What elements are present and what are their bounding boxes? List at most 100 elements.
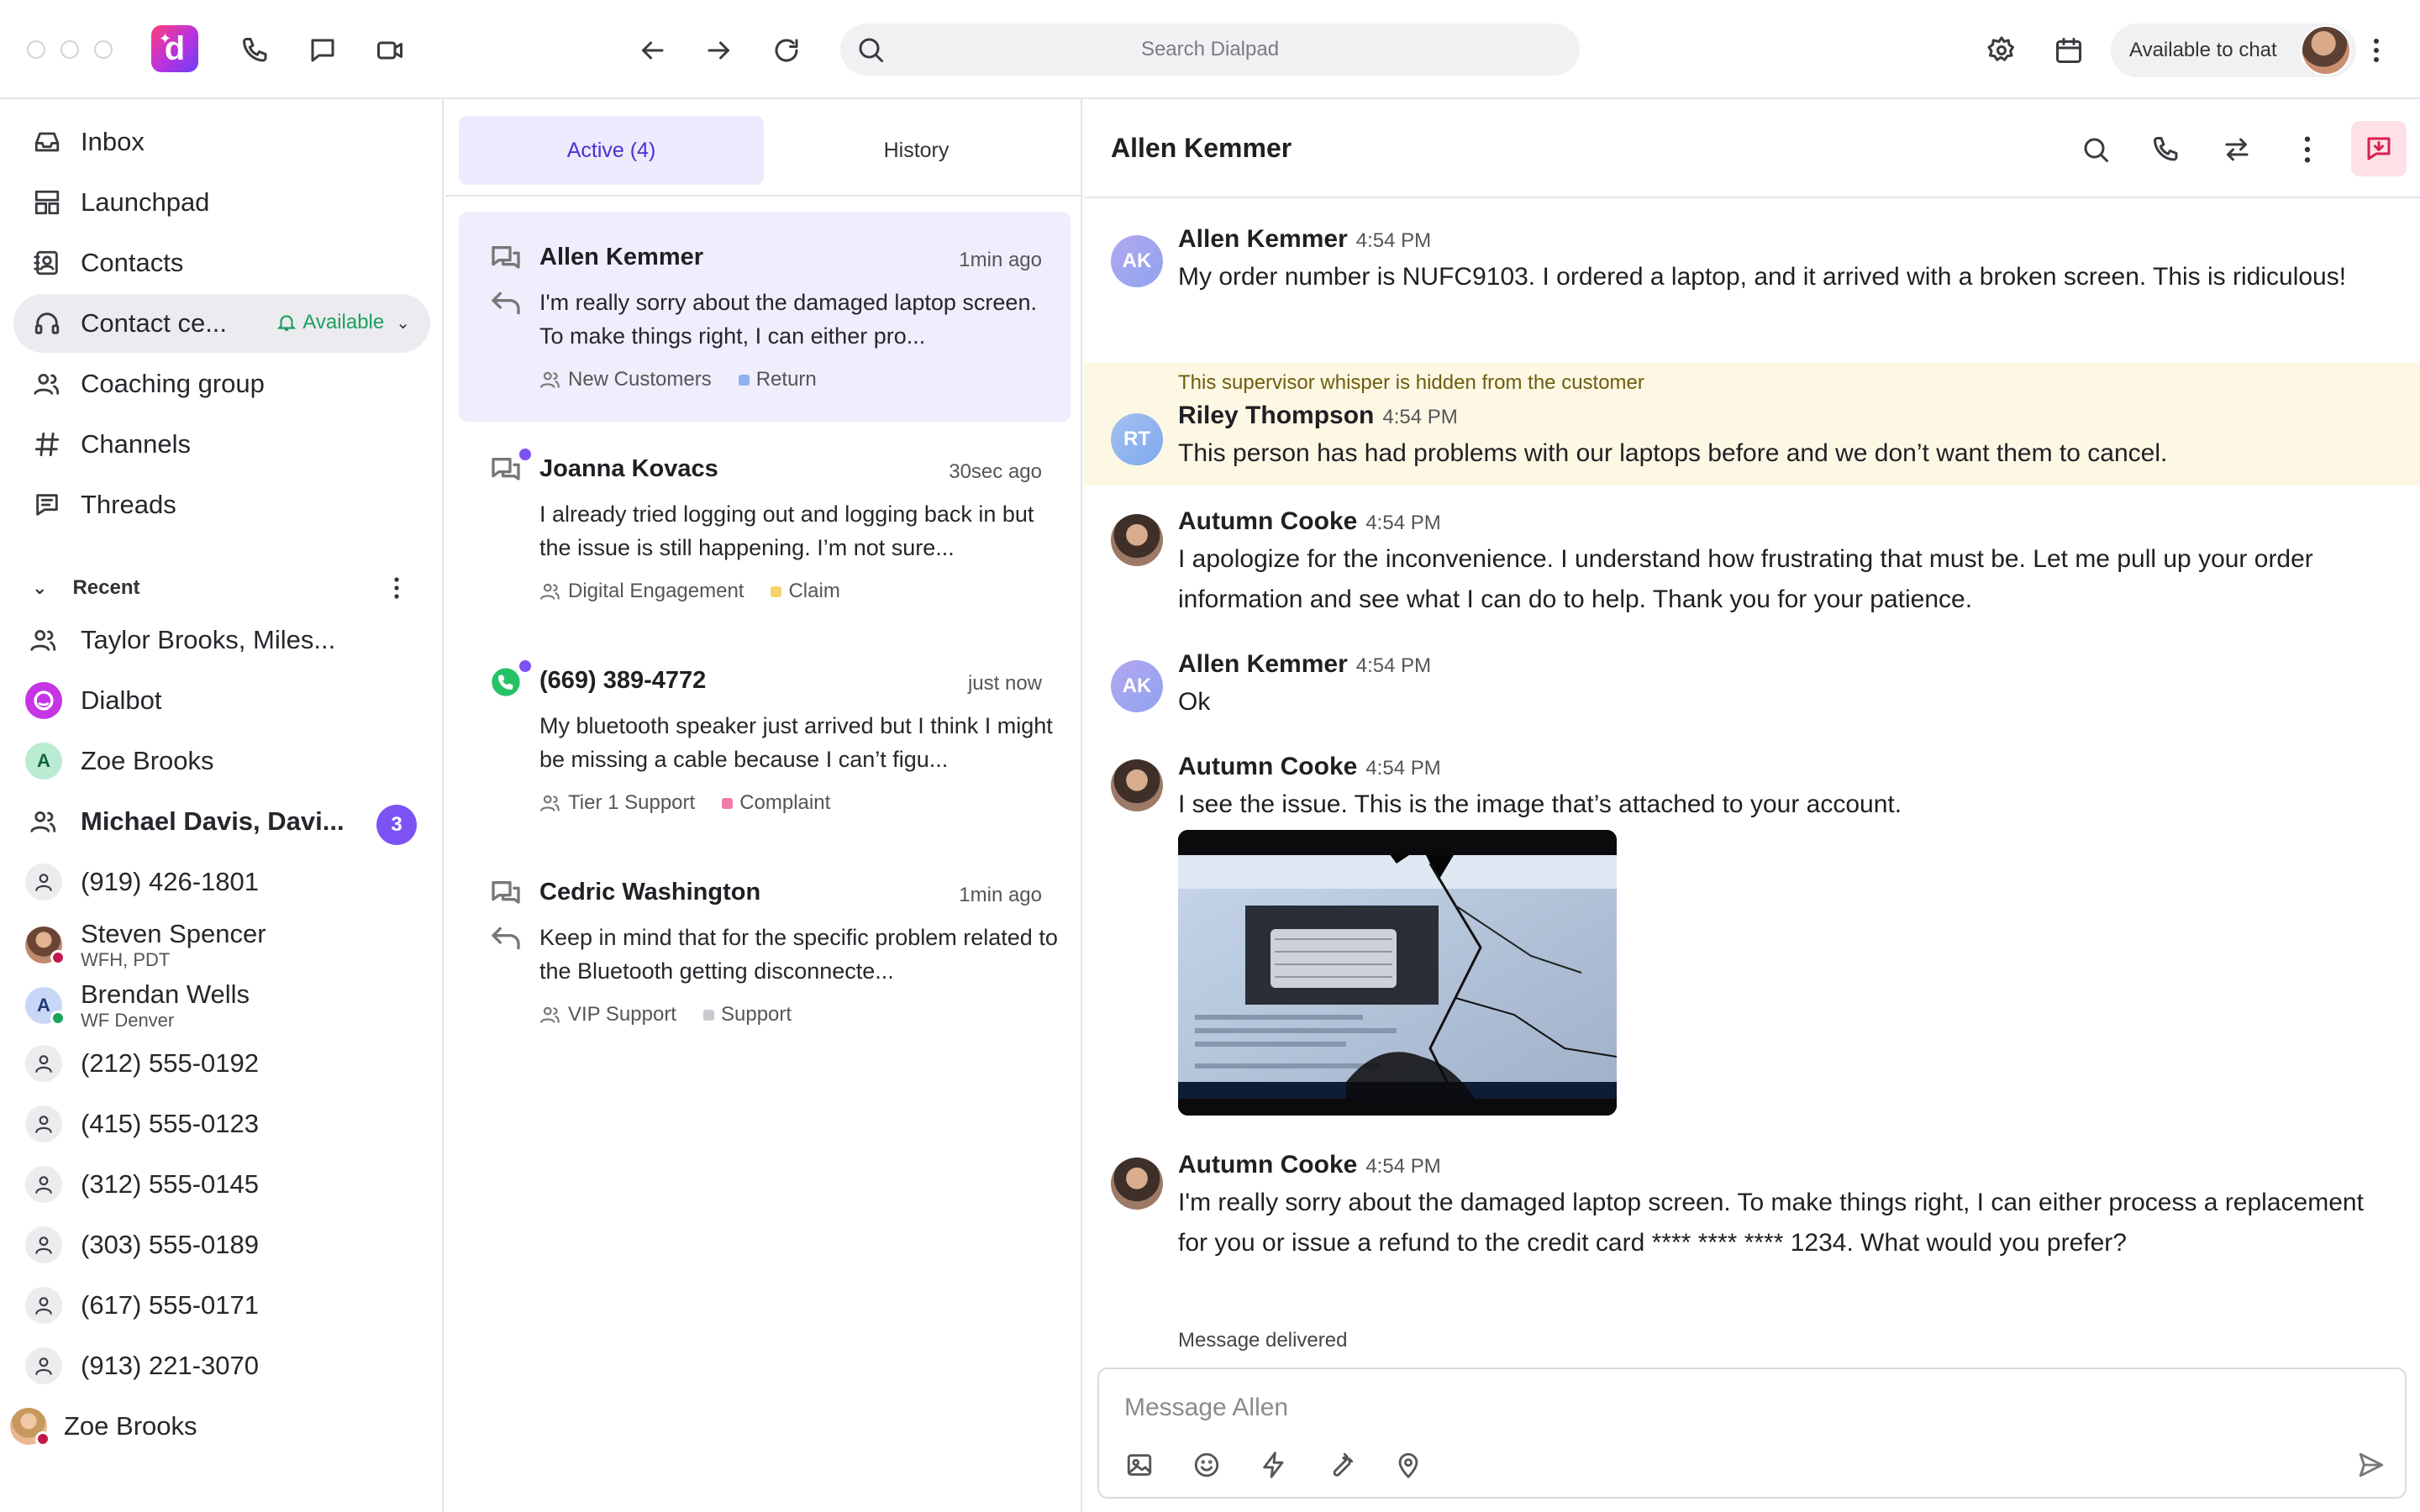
recent-item-zoe-brooks[interactable]: A Zoe Brooks [25, 743, 429, 780]
recent-item-phone-913[interactable]: (913) 221-3070 [25, 1347, 429, 1384]
recent-section-header[interactable]: ⌄ Recent [32, 571, 418, 605]
message-time: 4:54 PM [1365, 1155, 1441, 1178]
message-time: 4:54 PM [1365, 512, 1441, 534]
tab-active[interactable]: Active (4) [459, 116, 764, 185]
search-bar[interactable] [840, 24, 1580, 76]
image-attach-icon[interactable] [1121, 1446, 1158, 1483]
conversation-item-phone-669[interactable]: (669) 389-4772 just now My bluetooth spe… [459, 635, 1071, 845]
message-icon[interactable] [304, 32, 341, 69]
phone-icon[interactable] [2146, 129, 2186, 170]
conversation-item-allen-kemmer[interactable]: Allen Kemmer 1min ago I'm really sorry a… [459, 212, 1071, 422]
delivery-status: Message delivered [1178, 1329, 1348, 1352]
sidebar-item-label: Threads [81, 490, 176, 519]
forward-arrow-icon[interactable] [701, 32, 738, 69]
avatar: AK [1111, 660, 1163, 712]
sidebar-item-label: Launchpad [81, 187, 210, 217]
recent-item-label: (913) 221-3070 [81, 1351, 259, 1380]
window-minimize-button[interactable] [60, 40, 79, 59]
recent-item-michael-davis[interactable]: Michael Davis, Davi... 3 [25, 803, 429, 845]
more-vertical-icon[interactable] [2363, 34, 2390, 67]
location-pin-icon[interactable] [1390, 1446, 1427, 1483]
recent-more-icon[interactable] [393, 575, 418, 601]
conversation-item-joanna-kovacs[interactable]: Joanna Kovacs 30sec ago I already tried … [459, 423, 1071, 633]
whisper-notice: This supervisor whisper is hidden from t… [1178, 371, 1644, 394]
availability-status-button[interactable]: Available to chat [2111, 24, 2356, 77]
send-icon[interactable] [2353, 1446, 2390, 1483]
conversation-meta: Digital Engagement Claim [539, 580, 840, 603]
more-vertical-icon[interactable] [2287, 129, 2328, 170]
tabs-divider [445, 195, 1082, 197]
conversation-meta: Tier 1 Support Complaint [539, 791, 830, 815]
sidebar-item-contact-center[interactable]: Contact ce... Available ⌄ [13, 294, 430, 353]
video-icon[interactable] [371, 32, 408, 69]
available-status-dot [50, 1010, 66, 1026]
recent-item-label: (312) 555-0145 [81, 1169, 259, 1199]
recent-item-phone-617[interactable]: (617) 555-0171 [25, 1287, 429, 1324]
recent-item-dialbot[interactable]: Dialbot [25, 682, 429, 719]
back-arrow-icon[interactable] [634, 32, 671, 69]
recent-item-taylor-brooks[interactable]: Taylor Brooks, Miles... [25, 622, 429, 659]
search-icon [859, 38, 883, 62]
sidebar-item-inbox[interactable]: Inbox [13, 113, 430, 171]
chat-bubbles-icon [489, 454, 523, 487]
lightning-icon[interactable] [1255, 1446, 1292, 1483]
message-text: I apologize for the inconvenience. I und… [1178, 545, 2313, 613]
sidebar-item-label: Contact ce... [81, 308, 228, 338]
contact-center-status-dropdown[interactable]: Available ⌄ [276, 311, 410, 334]
sidebar-item-label: Contacts [81, 248, 184, 277]
message-author: Riley Thompson 4:54 PM [1178, 402, 1458, 429]
recent-item-brendan-wells[interactable]: A Brendan Wells WF Denver [25, 980, 429, 1030]
sidebar-item-channels[interactable]: Channels [13, 415, 430, 474]
sidebar-item-contacts[interactable]: Contacts [13, 234, 430, 292]
dialpad-logo[interactable]: ✦ d [151, 25, 198, 72]
launchpad-icon [32, 187, 62, 218]
end-chat-icon[interactable] [2351, 121, 2407, 176]
reload-icon[interactable] [768, 32, 805, 69]
calendar-icon[interactable] [2050, 32, 2087, 69]
phone-icon[interactable] [237, 32, 274, 69]
whatsapp-icon [489, 665, 523, 699]
tag-color-swatch [702, 1009, 714, 1021]
sidebar-item-coaching-group[interactable]: Coaching group [13, 354, 430, 413]
conversation-tabs: Active (4) History [459, 116, 1069, 185]
transfer-icon[interactable] [2217, 129, 2257, 170]
sidebar-item-label: Inbox [81, 127, 145, 156]
contact-avatar: A [25, 743, 62, 780]
message-text: I see the issue. This is the image that’… [1178, 790, 1902, 818]
sidebar-item-threads[interactable]: Threads [13, 475, 430, 534]
recent-item-label: Steven Spencer [81, 919, 266, 948]
conversation-item-cedric-washington[interactable]: Cedric Washington 1min ago Keep in mind … [459, 847, 1071, 1057]
message-author: Autumn Cooke 4:54 PM [1178, 507, 1441, 535]
search-input[interactable] [840, 24, 1580, 76]
person-icon [25, 1287, 62, 1324]
conversation-meta: New Customers Return [539, 368, 817, 391]
conversation-time: just now [967, 672, 1042, 695]
recent-item-steven-spencer[interactable]: Steven Spencer WFH, PDT [25, 919, 429, 969]
window-zoom-button[interactable] [94, 40, 113, 59]
tab-history[interactable]: History [764, 116, 1069, 185]
contacts-icon [32, 248, 62, 278]
top-bar: ✦ d Available to c [0, 0, 2420, 99]
recent-item-phone-303[interactable]: (303) 555-0189 [25, 1226, 429, 1263]
group-icon [540, 795, 560, 811]
conversation-name: Joanna Kovacs [539, 455, 718, 482]
recent-item-phone-919[interactable]: (919) 426-1801 [25, 864, 429, 900]
tag-color-swatch [771, 585, 782, 597]
recent-item-phone-212[interactable]: (212) 555-0192 [25, 1045, 429, 1082]
sidebar-item-launchpad[interactable]: Launchpad [13, 173, 430, 232]
window-close-button[interactable] [27, 40, 45, 59]
recent-item-zoe-brooks-2[interactable]: Zoe Brooks [10, 1408, 413, 1446]
wrench-icon[interactable] [1323, 1446, 1360, 1483]
emoji-icon[interactable] [1188, 1446, 1225, 1483]
settings-gear-icon[interactable] [1983, 32, 2020, 69]
search-icon[interactable] [2075, 129, 2116, 170]
conversation-preview: My bluetooth speaker just arrived but I … [539, 713, 1053, 772]
message-input[interactable] [1124, 1388, 2301, 1428]
recent-item-phone-312[interactable]: (312) 555-0145 [25, 1166, 429, 1203]
recent-item-phone-415[interactable]: (415) 555-0123 [25, 1105, 429, 1142]
message-author: Allen Kemmer 4:54 PM [1178, 225, 1432, 253]
attached-image-broken-laptop[interactable] [1178, 830, 1617, 1116]
recent-item-label: Zoe Brooks [64, 1411, 197, 1441]
conversation-group: Tier 1 Support [568, 791, 696, 814]
conversation-tag: Return [755, 368, 817, 391]
